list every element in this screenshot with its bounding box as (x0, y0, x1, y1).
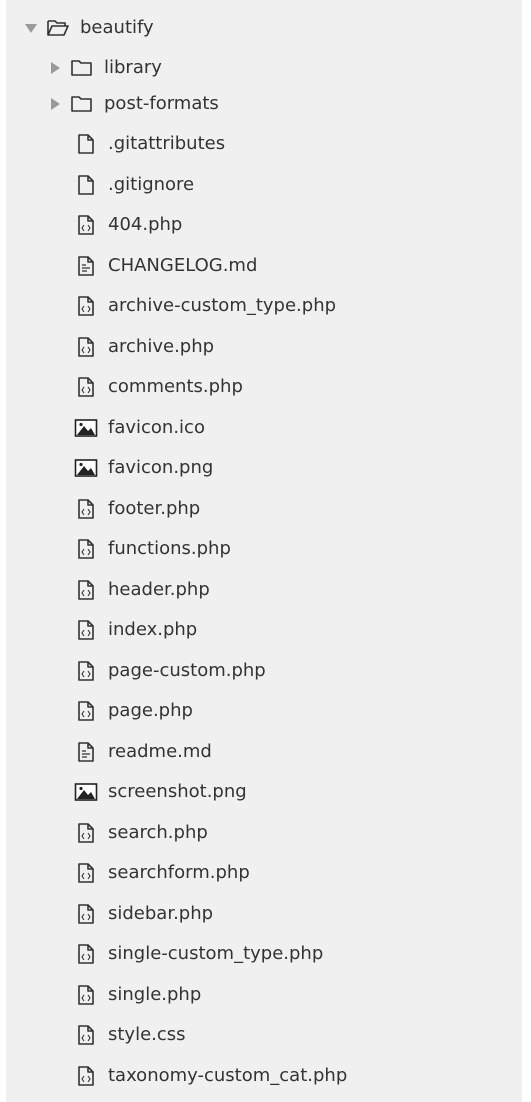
tree-item-file[interactable]: index.php (74, 610, 197, 650)
tree-item-label: index.php (108, 619, 198, 640)
tree-item-file[interactable]: taxonomy-custom_cat.php (74, 1056, 347, 1096)
tree-item-label: archive.php (108, 336, 215, 357)
code-file-icon (74, 336, 98, 358)
image-file-icon (74, 417, 98, 439)
code-file-icon (74, 538, 98, 560)
file-tree-panel: beautify library post-formats .gitattrib… (6, 0, 522, 1102)
tree-item-file[interactable]: style.css (74, 1015, 186, 1055)
tree-item-label: comments.php (108, 376, 243, 397)
code-file-icon (74, 700, 98, 722)
tree-item-label: screenshot.png (108, 781, 247, 802)
tree-item-folder-library[interactable]: library (48, 48, 162, 88)
folder-icon (70, 57, 94, 79)
tree-item-label: CHANGELOG.md (108, 255, 258, 276)
code-file-icon (74, 903, 98, 925)
tree-item-file[interactable]: single-custom_type.php (74, 934, 323, 974)
tree-item-file[interactable]: favicon.png (74, 448, 213, 488)
folder-open-icon (46, 17, 70, 39)
code-file-icon (74, 862, 98, 884)
tree-item-label: post-formats (104, 93, 219, 114)
tree-item-file[interactable]: page-custom.php (74, 651, 266, 691)
tree-item-label: search.php (108, 822, 208, 843)
image-file-icon (74, 781, 98, 803)
tree-item-label: readme.md (108, 741, 212, 762)
code-file-icon (74, 822, 98, 844)
tree-item-file[interactable]: CHANGELOG.md (74, 246, 257, 286)
tree-item-label: page-custom.php (108, 660, 266, 681)
tree-item-label: .gitattributes (108, 133, 226, 154)
tree-item-label: page.php (108, 700, 193, 721)
tree-item-label: 404.php (108, 214, 183, 235)
image-file-icon (74, 457, 98, 479)
expanded-arrow-icon[interactable] (24, 21, 38, 35)
file-icon (74, 133, 98, 155)
tree-item-label: library (104, 57, 162, 78)
tree-item-label: archive-custom_type.php (108, 295, 337, 316)
tree-item-file[interactable]: archive-custom_type.php (74, 286, 336, 326)
code-file-icon (74, 943, 98, 965)
file-icon (74, 174, 98, 196)
code-file-icon (74, 498, 98, 520)
tree-item-file[interactable]: page.php (74, 691, 193, 731)
tree-item-file[interactable]: searchform.php (74, 853, 250, 893)
code-file-icon (74, 295, 98, 317)
tree-item-file[interactable]: sidebar.php (74, 894, 213, 934)
tree-item-file[interactable]: readme.md (74, 732, 212, 772)
tree-item-label: header.php (108, 579, 210, 600)
tree-item-label: functions.php (108, 538, 231, 559)
text-file-icon (74, 741, 98, 763)
tree-item-label: favicon.ico (108, 417, 205, 438)
tree-item-root-folder[interactable]: beautify (24, 8, 154, 48)
tree-item-file[interactable]: single.php (74, 975, 201, 1015)
code-file-icon (74, 984, 98, 1006)
code-file-icon (74, 1024, 98, 1046)
tree-item-label: single-custom_type.php (108, 943, 324, 964)
tree-item-label: taxonomy-custom_cat.php (108, 1065, 348, 1086)
tree-item-file[interactable]: footer.php (74, 489, 200, 529)
tree-item-file[interactable]: .gitignore (74, 165, 194, 205)
tree-item-file[interactable]: functions.php (74, 529, 231, 569)
code-file-icon (74, 660, 98, 682)
collapsed-arrow-icon[interactable] (48, 61, 62, 75)
code-file-icon (74, 619, 98, 641)
tree-item-file[interactable]: .gitattributes (74, 124, 225, 164)
tree-item-label: style.css (108, 1024, 186, 1045)
tree-item-label: favicon.png (108, 457, 214, 478)
folder-icon (70, 93, 94, 115)
tree-item-label: sidebar.php (108, 903, 214, 924)
tree-item-file[interactable]: header.php (74, 570, 210, 610)
tree-item-label: searchform.php (108, 862, 250, 883)
code-file-icon (74, 579, 98, 601)
tree-item-label: .gitignore (108, 174, 195, 195)
code-file-icon (74, 376, 98, 398)
code-file-icon (74, 1065, 98, 1087)
tree-item-label: footer.php (108, 498, 201, 519)
text-file-icon (74, 255, 98, 277)
tree-item-file[interactable]: screenshot.png (74, 772, 247, 812)
tree-item-file[interactable]: 404.php (74, 205, 182, 245)
tree-item-label: single.php (108, 984, 202, 1005)
tree-item-file[interactable]: archive.php (74, 327, 214, 367)
tree-item-file[interactable]: favicon.ico (74, 408, 205, 448)
tree-item-folder-post-formats[interactable]: post-formats (48, 84, 219, 124)
tree-item-label: beautify (80, 17, 154, 38)
code-file-icon (74, 214, 98, 236)
collapsed-arrow-icon[interactable] (48, 97, 62, 111)
tree-item-file[interactable]: comments.php (74, 367, 243, 407)
tree-item-file[interactable]: search.php (74, 813, 208, 853)
